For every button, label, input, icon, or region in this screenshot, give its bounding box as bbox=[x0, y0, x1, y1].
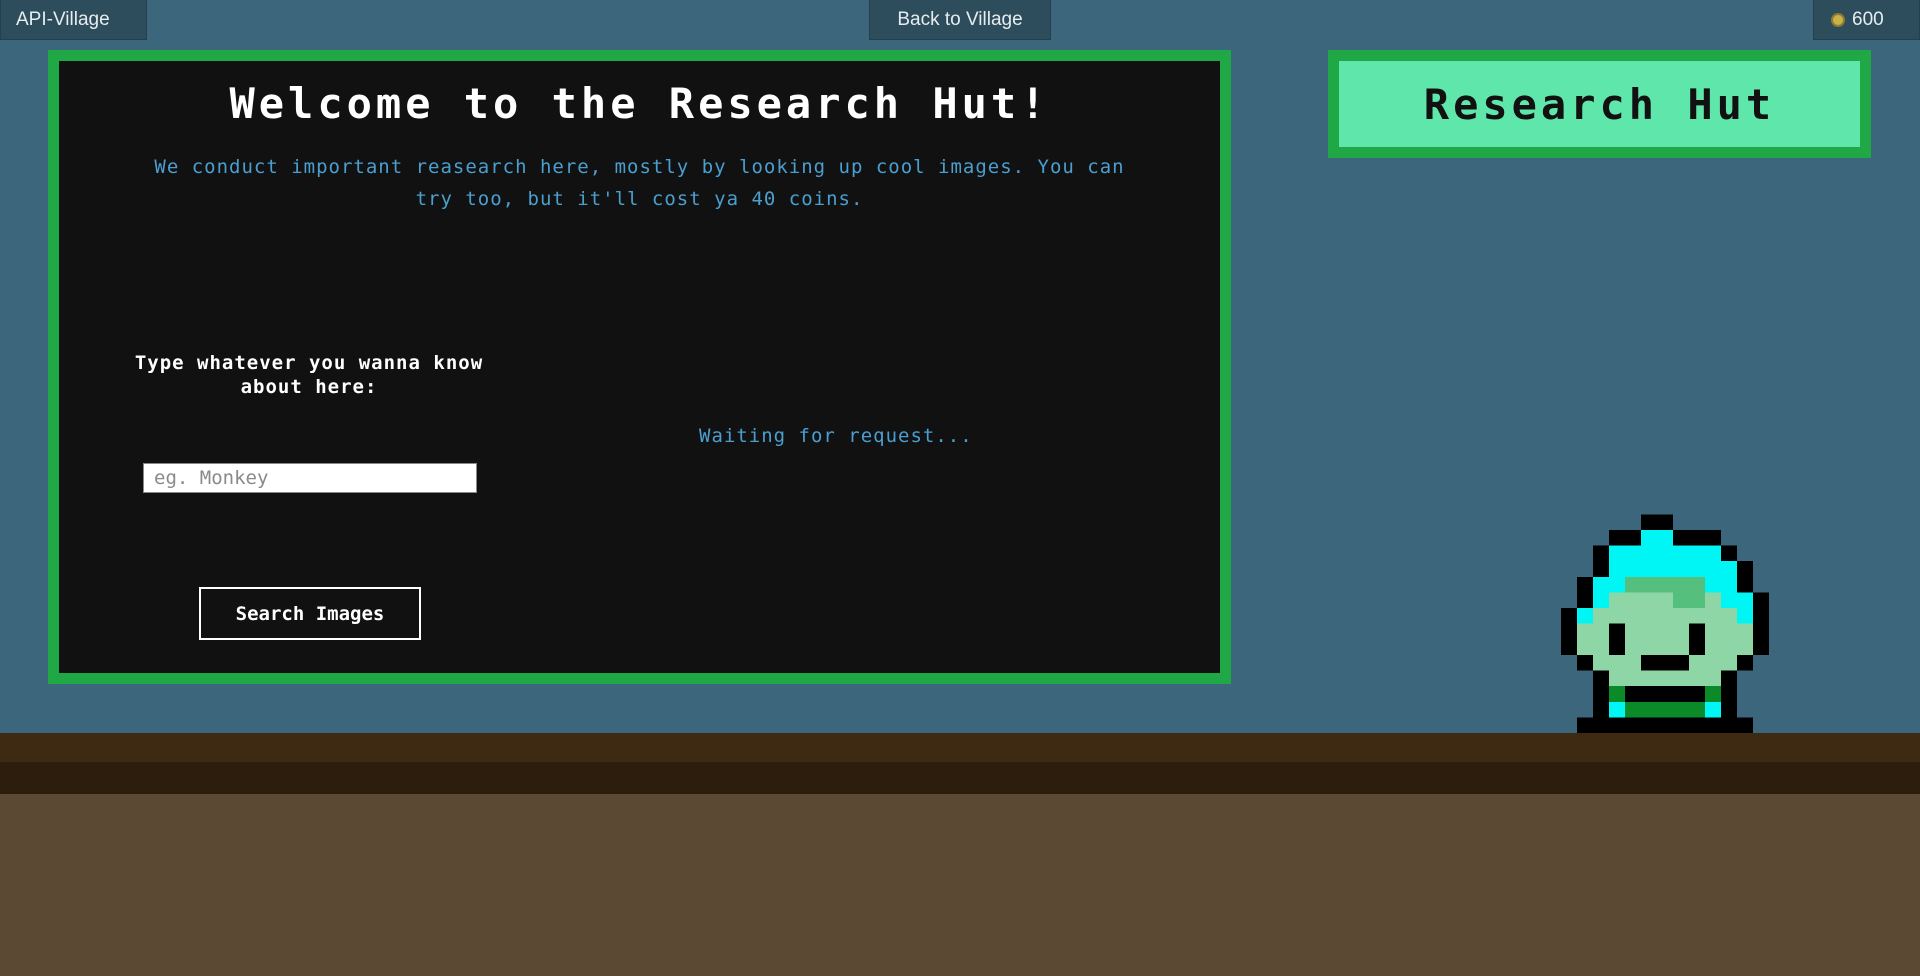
research-hut-sign: Research Hut bbox=[1328, 50, 1871, 158]
counter-edge bbox=[0, 762, 1920, 794]
back-to-village-button[interactable]: Back to Village bbox=[869, 0, 1051, 40]
search-images-button[interactable]: Search Images bbox=[199, 587, 421, 640]
back-label: Back to Village bbox=[897, 8, 1023, 30]
board-title: Welcome to the Research Hut! bbox=[229, 79, 1050, 128]
research-board: Welcome to the Research Hut! We conduct … bbox=[48, 50, 1231, 684]
coin-icon bbox=[1831, 12, 1845, 27]
coin-counter: 600 bbox=[1813, 0, 1920, 40]
brand-button[interactable]: API-Village bbox=[0, 0, 147, 40]
counter-top bbox=[0, 733, 1920, 762]
brand-label: API-Village bbox=[16, 8, 110, 30]
search-input[interactable] bbox=[143, 463, 477, 493]
pixel-character bbox=[1545, 483, 1801, 733]
status-text: Waiting for request... bbox=[699, 425, 973, 447]
sign-label: Research Hut bbox=[1423, 79, 1776, 129]
board-intro: We conduct important reasearch here, mos… bbox=[154, 156, 1125, 210]
floor bbox=[0, 794, 1920, 976]
coin-count: 600 bbox=[1852, 8, 1884, 30]
search-prompt: Type whatever you wanna know about here: bbox=[134, 352, 484, 398]
